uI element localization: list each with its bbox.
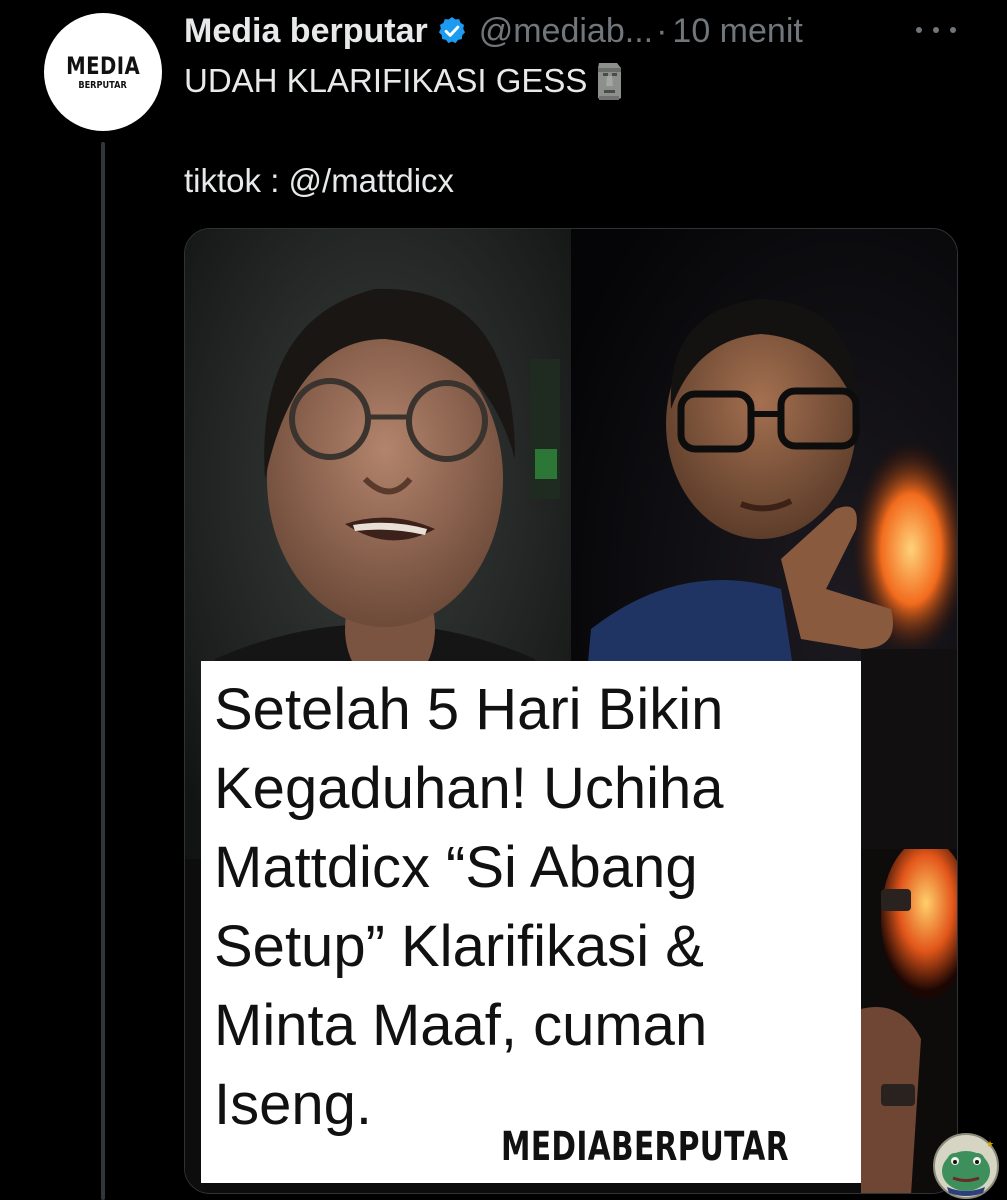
- caption-line: Kegaduhan! Uchiha: [214, 756, 724, 821]
- tweet-header: Media berputar @mediab... · 10 menit: [184, 8, 803, 54]
- tweet-text-line1: UDAH KLARIFIKASI GESS: [184, 60, 625, 102]
- tweet-text-main: UDAH KLARIFIKASI GESS: [184, 62, 588, 99]
- separator-dot: ·: [656, 11, 668, 50]
- svg-text:★: ★: [986, 1140, 994, 1150]
- caption-line: Iseng.: [214, 1072, 372, 1137]
- avatar-text-media: MEDIA: [66, 51, 140, 80]
- handle[interactable]: @mediab...: [479, 12, 653, 51]
- thread-line: [101, 142, 105, 1200]
- avatar-text-berputar: BERPUTAR: [78, 79, 128, 91]
- timestamp[interactable]: 10 menit: [672, 12, 802, 51]
- caption-box: Setelah 5 Hari Bikin Kegaduhan! Uchiha M…: [201, 661, 861, 1183]
- caption-line: Setup” Klarifikasi &: [214, 914, 704, 979]
- caption-line: Mattdicx “Si Abang: [214, 835, 698, 900]
- more-options-icon[interactable]: [916, 20, 956, 40]
- tweet-text-line2: tiktok : @/mattdicx: [184, 162, 455, 199]
- avatar[interactable]: MEDIA BERPUTAR: [44, 13, 162, 131]
- frog-sticker-icon[interactable]: ★: [933, 1133, 999, 1199]
- verified-badge-icon: [436, 15, 468, 47]
- watermark: MEDIABERPUTAR: [501, 1124, 789, 1170]
- moai-icon: [593, 60, 625, 102]
- tweet-media-image[interactable]: Setelah 5 Hari Bikin Kegaduhan! Uchiha M…: [184, 228, 958, 1194]
- caption-line: Setelah 5 Hari Bikin: [214, 677, 724, 742]
- caption-line: Minta Maaf, cuman: [214, 993, 708, 1058]
- display-name[interactable]: Media berputar: [184, 12, 428, 51]
